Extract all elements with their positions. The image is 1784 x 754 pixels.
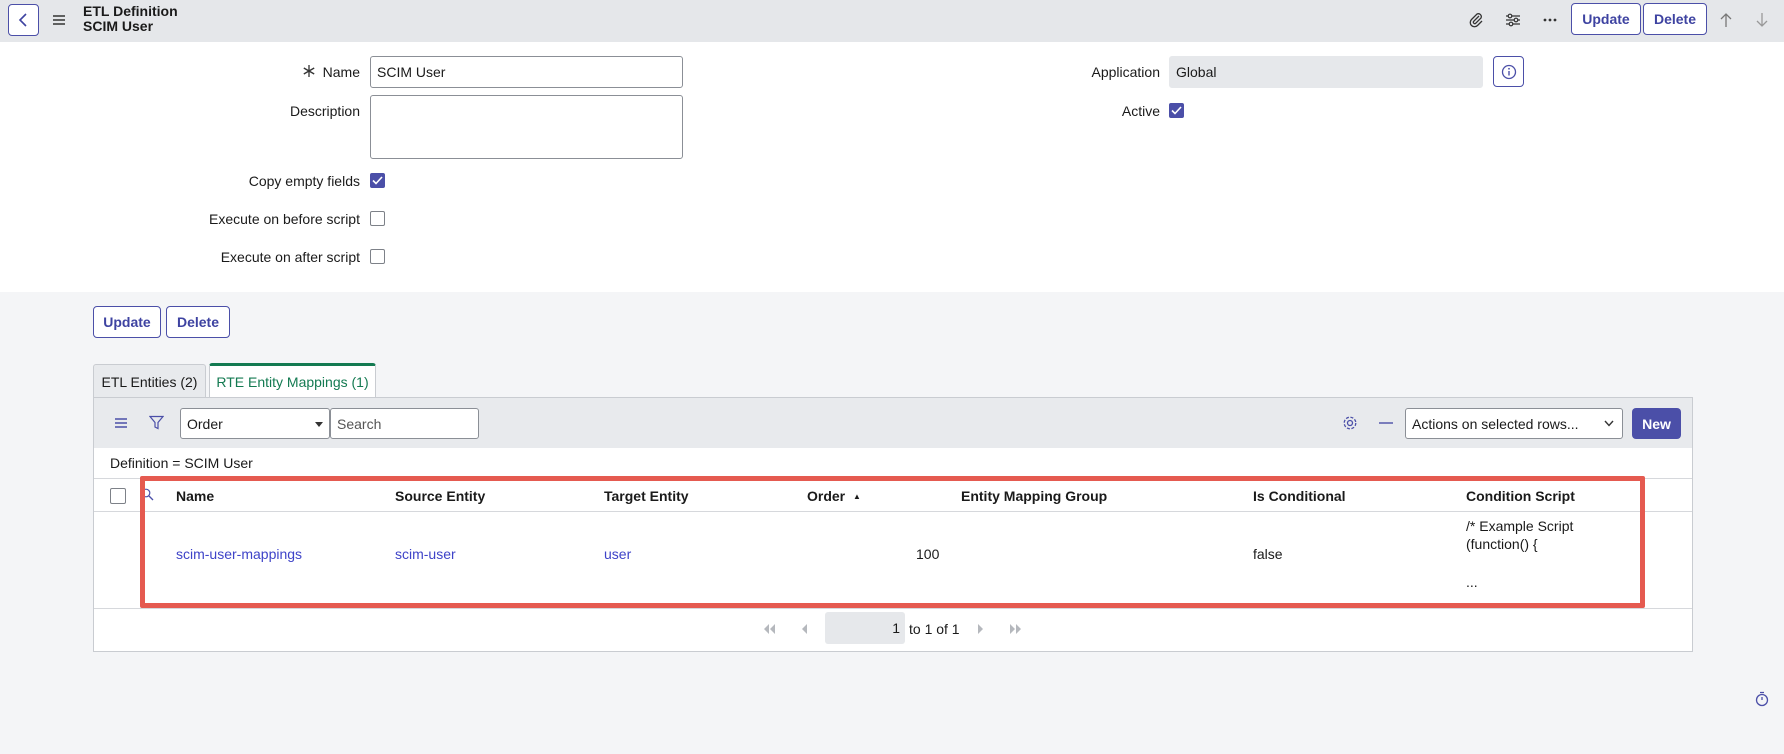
copy-empty-fields-checkbox[interactable] (370, 173, 385, 188)
description-textarea[interactable] (370, 95, 683, 159)
search-field-value: Order (187, 415, 223, 432)
last-page-icon[interactable] (1008, 621, 1024, 637)
first-page-icon[interactable] (761, 621, 777, 637)
caret-down-icon (315, 422, 323, 427)
column-header-target-entity[interactable]: Target Entity (604, 488, 689, 504)
divider (94, 511, 1692, 512)
select-all-checkbox[interactable] (110, 488, 126, 504)
header-update-button[interactable]: Update (1571, 3, 1641, 35)
actions-select[interactable]: Actions on selected rows... (1405, 408, 1623, 439)
execute-before-checkbox[interactable] (370, 211, 385, 226)
filter-icon[interactable] (149, 415, 164, 430)
list-search-input[interactable]: Search (330, 408, 479, 439)
tab-etl-entities[interactable]: ETL Entities (2) (93, 364, 206, 398)
row-name-link[interactable]: scim-user-mappings (176, 546, 302, 562)
delete-button[interactable]: Delete (166, 306, 230, 338)
application-info-button[interactable] (1493, 56, 1524, 87)
paperclip-icon[interactable] (1466, 10, 1486, 30)
checkmark-icon (372, 176, 383, 185)
title-record: SCIM User (83, 18, 154, 34)
timer-icon[interactable] (1754, 691, 1770, 707)
chevron-down-icon (1604, 420, 1614, 427)
application-label: Application (1091, 64, 1161, 80)
column-search-icon[interactable] (141, 488, 154, 501)
previous-page-icon[interactable] (796, 621, 812, 637)
name-label: Name (322, 64, 360, 80)
list-menu-icon[interactable] (114, 417, 128, 429)
row-is-conditional: false (1253, 546, 1283, 562)
settings-sliders-icon[interactable] (1503, 10, 1523, 30)
name-input[interactable]: SCIM User (370, 56, 683, 88)
form-header: ETL Definition SCIM User Update Delete (0, 0, 1784, 42)
execute-after-label: Execute on after script (220, 249, 360, 265)
column-header-order[interactable]: Order ▲ (807, 488, 861, 504)
sort-ascending-icon: ▲ (853, 492, 861, 501)
description-label: Description (289, 103, 360, 119)
divider (94, 608, 1692, 609)
next-page-icon[interactable] (973, 621, 989, 637)
menu-icon[interactable] (51, 12, 67, 28)
application-field: Global (1169, 56, 1483, 88)
column-header-order-label: Order (807, 488, 846, 504)
search-field-select[interactable]: Order (180, 408, 330, 439)
active-label: Active (1121, 103, 1160, 119)
collapse-icon[interactable] (1379, 422, 1393, 424)
column-header-name[interactable]: Name (176, 488, 214, 504)
copy-empty-fields-label: Copy empty fields (248, 173, 360, 189)
arrow-up-icon[interactable] (1716, 10, 1736, 30)
title-table: ETL Definition (83, 3, 178, 19)
column-header-entity-mapping-group[interactable]: Entity Mapping Group (961, 488, 1107, 504)
active-checkbox[interactable] (1169, 103, 1184, 118)
column-header-is-conditional[interactable]: Is Conditional (1253, 488, 1346, 504)
row-condition-script-line3: ... (1466, 574, 1478, 590)
chevron-left-icon (18, 13, 27, 27)
list-toolbar: Order Search Actions on selected rows...… (94, 398, 1692, 448)
record-form: Name SCIM User Description Copy empty fi… (0, 42, 1784, 292)
row-condition-script-line1: /* Example Script (1466, 518, 1574, 534)
more-options-icon[interactable] (1540, 10, 1560, 30)
execute-before-label: Execute on before script (209, 211, 360, 227)
row-source-entity-link[interactable]: scim-user (395, 546, 456, 562)
update-button[interactable]: Update (93, 306, 161, 338)
pager-range-text: to 1 of 1 (909, 621, 960, 637)
checkmark-icon (1171, 106, 1182, 115)
gear-icon[interactable] (1342, 415, 1358, 431)
actions-select-value: Actions on selected rows... (1412, 415, 1579, 432)
arrow-down-icon[interactable] (1752, 10, 1772, 30)
row-target-entity-link[interactable]: user (604, 546, 631, 562)
page-title: ETL Definition SCIM User (83, 4, 178, 34)
mandatory-asterisk-icon (303, 65, 315, 77)
divider (94, 478, 1692, 479)
tab-rte-entity-mappings[interactable]: RTE Entity Mappings (1) (209, 363, 376, 398)
row-condition-script-line2: (function() { (1466, 536, 1538, 552)
info-icon (1501, 64, 1516, 79)
back-button[interactable] (8, 4, 39, 36)
filter-breadcrumb: Definition = SCIM User (110, 455, 253, 471)
header-delete-button[interactable]: Delete (1643, 3, 1707, 35)
column-header-source-entity[interactable]: Source Entity (395, 488, 485, 504)
page-number-input[interactable]: 1 (825, 612, 905, 644)
row-order: 100 (916, 546, 940, 562)
new-button[interactable]: New (1632, 408, 1681, 439)
execute-after-checkbox[interactable] (370, 249, 385, 264)
column-header-condition-script[interactable]: Condition Script (1466, 488, 1575, 504)
